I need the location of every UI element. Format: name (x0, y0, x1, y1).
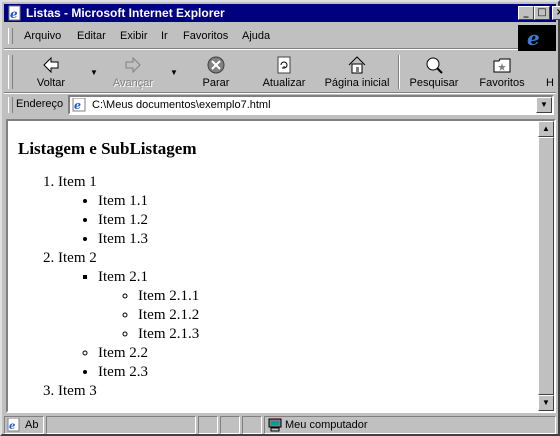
sub-sublist: Item 2.1.1 Item 2.1.2 Item 2.1.3 (98, 287, 536, 344)
menu-toolbar-divider (4, 48, 518, 50)
status-text: Ab (25, 419, 39, 431)
refresh-icon (277, 56, 291, 74)
address-bar: Endereço e C:\Meus documentos\exemplo7.h… (4, 94, 556, 116)
list-item: Item 2.1.2 (138, 306, 536, 325)
refresh-button[interactable]: Atualizar (252, 51, 316, 93)
menu-favoritos[interactable]: Favoritos (183, 30, 228, 42)
list-item: Item 2.1 Item 2.1.1 Item 2.1.2 Item 2.1.… (98, 268, 536, 344)
list-item: Item 2.3 (98, 363, 536, 382)
forward-label: Avançar (112, 77, 154, 89)
menu-grip[interactable] (8, 28, 13, 44)
favorites-button[interactable]: Favoritos (470, 51, 534, 93)
close-button[interactable]: × (552, 6, 560, 20)
back-arrow-icon (43, 56, 59, 74)
toolbar-grip[interactable] (8, 55, 13, 89)
status-zone-pane: Meu computador (264, 416, 556, 434)
ie-logo-icon: e (527, 26, 540, 50)
list-item: Item 3 (58, 382, 536, 401)
status-pane (242, 416, 262, 434)
svg-text:e: e (74, 99, 81, 112)
standard-toolbar: Voltar ▼ Avançar ▼ Parar Atualizar Págin… (4, 51, 556, 93)
menu-arquivo[interactable]: Arquivo (24, 30, 61, 42)
search-globe-icon (426, 57, 443, 74)
page-icon: e (72, 98, 86, 112)
favorites-folder-icon (493, 58, 511, 73)
forward-arrow-icon (125, 56, 141, 74)
stop-button[interactable]: Parar (184, 51, 248, 93)
page-status-icon: e (7, 418, 20, 432)
back-button[interactable]: Voltar (16, 51, 86, 93)
list-item-text: Item 1 (58, 174, 97, 190)
page-heading: Listagem e SubListagem (18, 139, 197, 158)
search-label: Pesquisar (409, 77, 459, 89)
list-item: Item 2.1.3 (138, 325, 536, 344)
sublist: Item 2.1 Item 2.1.1 Item 2.1.2 Item 2.1.… (58, 268, 536, 382)
status-text-pane: e Ab (4, 416, 44, 434)
list-item: Item 2.2 (98, 344, 536, 363)
ie-throbber-logo: e (518, 25, 556, 51)
scroll-up-icon[interactable]: ▲ (538, 121, 554, 137)
list-item-text: Item 2.1 (98, 269, 148, 285)
vertical-scrollbar[interactable]: ▲ ▼ (538, 121, 554, 411)
status-progress-pane (46, 416, 196, 434)
menu-bar: Arquivo Editar Exibir Ir Favoritos Ajuda (4, 25, 518, 47)
list-item: Item 1.3 (98, 230, 536, 249)
status-pane (220, 416, 240, 434)
address-value: C:\Meus documentos\exemplo7.html (92, 99, 271, 111)
computer-icon (268, 418, 282, 432)
address-grip[interactable] (8, 97, 13, 113)
minimize-button[interactable]: _ (518, 6, 534, 20)
address-label: Endereço (16, 98, 64, 110)
zone-label: Meu computador (285, 419, 368, 431)
maximize-button[interactable]: □ (534, 6, 550, 20)
list-item: Item 1.2 (98, 211, 536, 230)
menu-editar[interactable]: Editar (77, 30, 106, 42)
browser-window: e Listas - Microsoft Internet Explorer _… (0, 0, 560, 436)
document-content: Listagem e SubListagem Item 1 Item 1.1 I… (18, 121, 536, 401)
list-item: Item 2 Item 2.1 Item 2.1.1 Item 2.1.2 It… (58, 249, 536, 382)
back-dropdown-icon[interactable]: ▼ (90, 68, 98, 77)
search-button[interactable]: Pesquisar (402, 51, 466, 93)
home-button[interactable]: Página inicial (318, 51, 396, 93)
stop-icon (207, 56, 225, 74)
list-item: Item 2.1.1 (138, 287, 536, 306)
ie-page-icon: e (8, 5, 21, 21)
scroll-thumb[interactable] (538, 137, 554, 395)
ordered-list: Item 1 Item 1.1 Item 1.2 Item 1.3 Item 2… (18, 173, 536, 401)
list-item: Item 1 Item 1.1 Item 1.2 Item 1.3 (58, 173, 536, 249)
forward-dropdown-icon[interactable]: ▼ (170, 68, 178, 77)
toolbar-overflow-icon[interactable]: H (546, 77, 554, 89)
list-item: Item 1.1 (98, 192, 536, 211)
address-input[interactable]: e C:\Meus documentos\exemplo7.html ▼ (68, 95, 554, 115)
page-viewport: Listagem e SubListagem Item 1 Item 1.1 I… (6, 119, 556, 413)
sublist: Item 1.1 Item 1.2 Item 1.3 (58, 192, 536, 249)
status-pane (198, 416, 218, 434)
status-bar: e Ab Meu computador (4, 415, 556, 435)
home-icon (348, 56, 366, 74)
forward-button: Avançar (98, 51, 168, 93)
window-title: Listas - Microsoft Internet Explorer (26, 6, 225, 20)
home-label: Página inicial (324, 77, 390, 89)
svg-text:e: e (10, 7, 18, 21)
list-item-text: Item 2 (58, 250, 97, 266)
menu-exibir[interactable]: Exibir (120, 30, 148, 42)
favorites-label: Favoritos (479, 77, 525, 89)
svg-text:e: e (9, 421, 15, 432)
stop-label: Parar (202, 77, 230, 89)
toolbar-separator (398, 55, 400, 89)
title-bar[interactable]: e Listas - Microsoft Internet Explorer _… (4, 4, 560, 22)
back-label: Voltar (36, 77, 66, 89)
address-dropdown-icon[interactable]: ▼ (536, 97, 552, 113)
menu-ir[interactable]: Ir (161, 30, 168, 42)
refresh-label: Atualizar (262, 77, 306, 89)
scroll-down-icon[interactable]: ▼ (538, 395, 554, 411)
menu-ajuda[interactable]: Ajuda (242, 30, 270, 42)
